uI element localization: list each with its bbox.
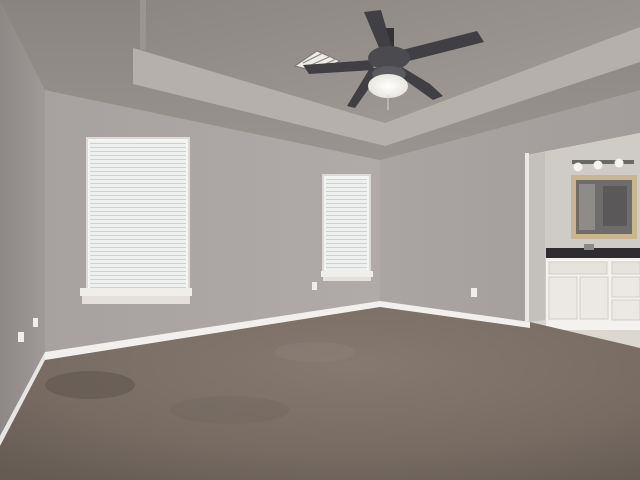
window-left bbox=[80, 137, 192, 304]
window-center bbox=[321, 174, 373, 281]
fan-light-bulb bbox=[368, 74, 408, 98]
room-photo bbox=[0, 0, 640, 480]
bathroom-vanity bbox=[546, 244, 640, 330]
electrical-outlet bbox=[312, 282, 317, 290]
carpet-stain bbox=[45, 371, 135, 399]
electrical-outlet bbox=[18, 332, 24, 342]
tray-ceiling-inner-left bbox=[140, 0, 146, 50]
electrical-outlet bbox=[33, 318, 38, 327]
vanity-mirror bbox=[571, 175, 637, 239]
electrical-outlet bbox=[471, 288, 477, 297]
